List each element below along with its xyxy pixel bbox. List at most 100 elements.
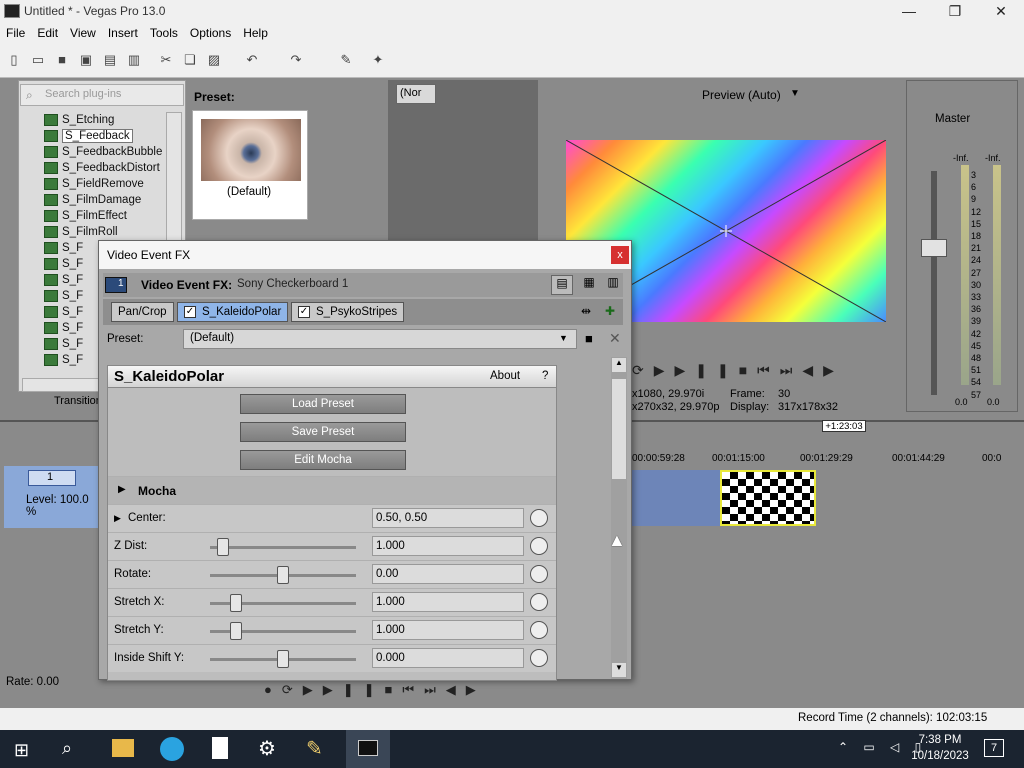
- plugin-list-item[interactable]: S_FilmRoll: [44, 224, 118, 240]
- clock-time[interactable]: 7:38 PM: [912, 734, 968, 746]
- scroll-down-icon[interactable]: ▼: [612, 663, 626, 677]
- plugin-list-item[interactable]: S_FeedbackDistort: [44, 160, 160, 176]
- param-slider-thumb[interactable]: [217, 538, 229, 556]
- notepad-icon[interactable]: [212, 737, 228, 759]
- paste-icon[interactable]: ▨: [206, 52, 222, 68]
- file-explorer-icon[interactable]: [112, 739, 134, 757]
- help-link[interactable]: ?: [542, 370, 548, 382]
- about-link[interactable]: About: [490, 370, 520, 382]
- properties-icon[interactable]: ▥: [126, 52, 142, 68]
- param-value-field[interactable]: 1.000: [372, 620, 524, 640]
- chain-plugin-icon[interactable]: ⇹: [581, 304, 591, 318]
- preset-thumbnail[interactable]: (Default): [192, 110, 308, 220]
- transport-icons[interactable]: ⟳▶▶❚❚■⏮⏭◀▶: [632, 362, 844, 379]
- render-icon[interactable]: ▤: [102, 52, 118, 68]
- edge-icon[interactable]: [160, 737, 184, 761]
- checkerboard-clip[interactable]: [720, 470, 816, 526]
- tab-transitions[interactable]: Transition: [54, 395, 102, 407]
- plugin-list-item[interactable]: S_F: [44, 240, 83, 256]
- expand-icon[interactable]: ▶: [118, 484, 126, 495]
- save-preset-icon[interactable]: ■: [585, 331, 593, 346]
- save-icon[interactable]: ■: [54, 52, 70, 68]
- dialog-titlebar[interactable]: Video Event FX x: [99, 241, 631, 269]
- new-icon[interactable]: ▯: [6, 52, 22, 68]
- menu-tools[interactable]: Tools: [144, 24, 184, 42]
- copy-icon[interactable]: ❏: [182, 52, 198, 68]
- edit-mocha-button[interactable]: Edit Mocha: [240, 450, 406, 470]
- open-icon[interactable]: ▭: [30, 52, 46, 68]
- checkbox-icon[interactable]: ✓: [298, 305, 310, 318]
- checkbox-icon[interactable]: ✓: [184, 305, 196, 318]
- preset-select[interactable]: (Default): [183, 329, 577, 349]
- keyframe-knob-icon[interactable]: [530, 537, 548, 555]
- keyframe-knob-icon[interactable]: [530, 509, 548, 527]
- scroll-thumb[interactable]: [612, 379, 626, 479]
- plugin-list-item[interactable]: S_Etching: [44, 112, 114, 128]
- plugin-list-item[interactable]: S_FilmDamage: [44, 192, 141, 208]
- search-taskbar-icon[interactable]: ⌕: [62, 738, 72, 759]
- plugin-list-item[interactable]: S_F: [44, 320, 83, 336]
- blend-combo[interactable]: (Nor: [396, 84, 436, 104]
- param-value-field[interactable]: 0.50, 0.50: [372, 508, 524, 528]
- menu-view[interactable]: View: [64, 24, 102, 42]
- keyframe-knob-icon[interactable]: [530, 621, 548, 639]
- menu-options[interactable]: Options: [184, 24, 237, 42]
- pin-icon[interactable]: ✦: [370, 52, 386, 68]
- plugin-list-item[interactable]: S_F: [44, 304, 83, 320]
- close-button[interactable]: ✕: [978, 0, 1024, 24]
- redo-icon[interactable]: ↷: [288, 52, 304, 68]
- param-slider-thumb[interactable]: [277, 650, 289, 668]
- master-fader[interactable]: [921, 239, 947, 257]
- settings-icon[interactable]: ⚙: [258, 736, 276, 761]
- keyframe-knob-icon[interactable]: [530, 649, 548, 667]
- preview-quality[interactable]: Preview (Auto): [702, 88, 781, 102]
- dialog-scrollbar[interactable]: ▲ ▼: [611, 357, 627, 679]
- plugin-list-item[interactable]: S_Feedback: [44, 128, 133, 144]
- grid-view-icon[interactable]: ▦: [579, 275, 599, 295]
- chain-s-psykostripes[interactable]: ✓ S_PsykoStripes: [291, 302, 405, 322]
- minimize-button[interactable]: —: [886, 0, 932, 24]
- track-header[interactable]: 1 Level: 100.0 %: [4, 466, 98, 528]
- save-as-icon[interactable]: ▣: [78, 52, 94, 68]
- keyframe-knob-icon[interactable]: [530, 593, 548, 611]
- notification-badge[interactable]: 7: [984, 739, 1004, 757]
- chevron-down-icon[interactable]: ▼: [559, 333, 568, 343]
- param-slider-thumb[interactable]: [230, 594, 242, 612]
- param-value-field[interactable]: 0.00: [372, 564, 524, 584]
- param-value-field[interactable]: 1.000: [372, 536, 524, 556]
- param-value-field[interactable]: 0.000: [372, 648, 524, 668]
- maximize-button[interactable]: ❐: [932, 0, 978, 24]
- expand-icon[interactable]: ▶: [114, 513, 121, 524]
- save-preset-button[interactable]: Save Preset: [240, 422, 406, 442]
- chain-pan-crop[interactable]: Pan/Crop: [111, 302, 174, 322]
- plugin-list-item[interactable]: S_F: [44, 272, 83, 288]
- search-input[interactable]: Search plug-ins: [20, 84, 184, 106]
- plugin-list-item[interactable]: S_F: [44, 352, 83, 368]
- load-preset-button[interactable]: Load Preset: [240, 394, 406, 414]
- chevron-down-icon[interactable]: ▼: [790, 88, 800, 99]
- timeline-transport[interactable]: ●⟳▶▶❚❚■⏮⏭◀▶: [264, 682, 486, 698]
- param-value-field[interactable]: 1.000: [372, 592, 524, 612]
- plugin-list-item[interactable]: S_F: [44, 256, 83, 272]
- plugin-list-item[interactable]: S_FilmEffect: [44, 208, 127, 224]
- menu-edit[interactable]: Edit: [31, 24, 64, 42]
- undo-icon[interactable]: ↶: [244, 52, 260, 68]
- paint-app-icon[interactable]: ✎: [306, 736, 323, 761]
- plugin-list-item[interactable]: S_F: [44, 336, 83, 352]
- vegas-taskbar-button[interactable]: [346, 730, 390, 768]
- start-icon[interactable]: ⊞: [14, 740, 29, 761]
- list-view-icon[interactable]: ▤: [551, 275, 573, 295]
- event-clip-prev[interactable]: [628, 470, 720, 526]
- scroll-up-icon[interactable]: ▲: [612, 358, 626, 372]
- param-slider-thumb[interactable]: [230, 622, 242, 640]
- menu-file[interactable]: File: [0, 24, 31, 42]
- chain-s-kaleidopolar[interactable]: ✓ S_KaleidoPolar: [177, 302, 289, 322]
- plugin-list-item[interactable]: S_FeedbackBubble: [44, 144, 162, 160]
- detail-view-icon[interactable]: ▥: [603, 275, 623, 295]
- paint-icon[interactable]: ✎: [338, 52, 354, 68]
- plugin-list-item[interactable]: S_F: [44, 288, 83, 304]
- dialog-close-button[interactable]: x: [611, 246, 629, 264]
- cut-icon[interactable]: ✂: [158, 52, 174, 68]
- keyframe-knob-icon[interactable]: [530, 565, 548, 583]
- menu-help[interactable]: Help: [237, 24, 274, 42]
